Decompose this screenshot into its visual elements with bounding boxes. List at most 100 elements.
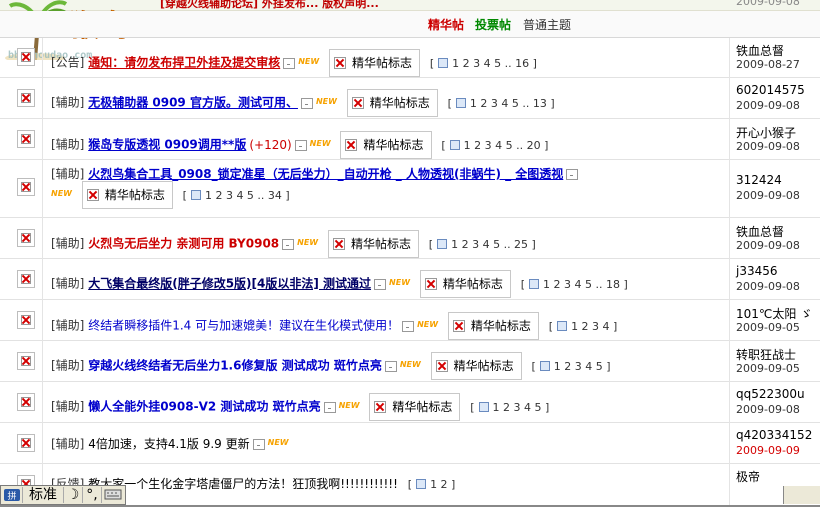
broken-image-icon — [334, 57, 347, 69]
thread-title-link[interactable]: 无极辅助器 0909 官方版。测试可用、 — [88, 96, 298, 110]
elite-badge-label: 精华帖标志 — [369, 96, 430, 110]
thread-title-line: [辅助] 猴岛专版透视 0909调用**版 (+120) NEW 精华帖标志 [1 … — [51, 131, 548, 159]
page-links[interactable]: [1 2 3 4 5 .. 18 ] — [521, 278, 628, 291]
page-numbers[interactable]: 1 2 3 4 5 .. 13 — [470, 97, 547, 110]
thread-status-icon — [17, 434, 35, 452]
new-icon: NEW — [389, 277, 411, 287]
page-links[interactable]: [1 2 3 4 5 .. 16 ] — [430, 57, 537, 70]
pages-icon — [528, 278, 539, 289]
thread-author[interactable]: 铁血总督 — [736, 223, 784, 240]
ime-punctuation-toggle[interactable]: °, — [83, 487, 102, 503]
thread-title-line: [辅助] 终结者瞬移插件1.4 可与加速媲美！建议在生化模式使用！ NEW 精华帖… — [51, 312, 617, 340]
thread-title-link[interactable]: 终结者瞬移插件1.4 可与加速媲美！建议在生化模式使用！ — [88, 319, 399, 333]
pages-icon — [478, 401, 489, 412]
page-numbers[interactable]: 1 2 3 4 5 .. 18 — [543, 278, 620, 291]
scrollbar-corner[interactable] — [783, 486, 820, 504]
thread-title-link[interactable]: 猴岛专版透视 0909调用**版 — [88, 138, 246, 152]
page-numbers[interactable]: 1 2 3 4 5 .. 16 — [452, 57, 529, 70]
thread-prefix[interactable]: [辅助] — [51, 400, 84, 414]
page-numbers[interactable]: 1 2 3 4 5 .. 34 — [205, 189, 282, 202]
thread-title-link[interactable]: 火烈鸟无后坐力 亲测可用 BY0908 — [88, 237, 279, 251]
elite-badge-label: 精华帖标志 — [392, 400, 453, 414]
thread-author[interactable]: 转职狂战士 — [736, 346, 796, 363]
thread-status-icon — [17, 89, 35, 107]
thread-author[interactable]: 602014575 — [736, 83, 805, 97]
thread-prefix[interactable]: [公告] — [51, 56, 84, 70]
broken-image-icon — [345, 139, 358, 151]
pages-icon — [557, 320, 568, 331]
page-links[interactable]: [1 2 3 4 5 .. 20 ] — [441, 139, 548, 152]
thread-title-link[interactable]: 4倍加速，支持4.1版 9.9 更新 — [88, 437, 249, 451]
thread-title-link[interactable]: 懒人全能外挂0908-V2 测试成功 斑竹点亮 — [88, 400, 320, 414]
thread-author[interactable]: qq522300u — [736, 387, 805, 401]
thread-title-link[interactable]: 大飞集合最终版(胖子修改5版)[4版以非法] 测试通过 — [88, 277, 371, 291]
elite-badge-label: 精华帖标志 — [363, 138, 424, 152]
filter-elite-link[interactable]: 精华帖 — [428, 16, 464, 33]
page-numbers[interactable]: 1 2 3 4 5 .. 25 — [451, 238, 528, 251]
page-numbers[interactable]: 1 2 3 4 — [571, 320, 609, 333]
elite-badge: 精华帖标志 — [369, 393, 461, 421]
page-links[interactable]: [1 2 3 4 5 .. 13 ] — [448, 97, 555, 110]
new-icon: NEW — [298, 56, 320, 66]
page-links[interactable]: [1 2 3 4 5 .. 34 ] — [183, 189, 290, 202]
thread-prefix[interactable]: [辅助] — [51, 437, 84, 451]
new-icon: NEW — [315, 96, 337, 106]
filter-normal-link[interactable]: 普通主题 — [523, 16, 571, 33]
thread-status-icon — [17, 311, 35, 329]
pages-icon — [437, 238, 448, 249]
filter-poll-link[interactable]: 投票帖 — [475, 16, 511, 33]
thread-prefix[interactable]: [辅助] — [51, 237, 84, 251]
elite-badge-label: 精华帖标志 — [352, 56, 413, 70]
thread-author[interactable]: 101℃太阳 ゞ — [736, 305, 812, 322]
thread-prefix[interactable]: [辅助] — [51, 359, 84, 373]
page-links[interactable]: [1 2 ] — [408, 478, 456, 491]
thread-date: 2009-09-08 — [736, 280, 800, 293]
thread-title-link[interactable]: 穿越火线终结者无后坐力1.6修复版 测试成功 斑竹点亮 — [88, 359, 382, 373]
elite-badge: 精华帖标志 — [430, 352, 522, 380]
ime-toolbar: 拼 标准 ☽ °, — [0, 485, 126, 505]
page-links[interactable]: [1 2 3 4 5 .. 25 ] — [429, 238, 536, 251]
page-links[interactable]: [1 2 3 4 ] — [549, 320, 618, 333]
page-numbers[interactable]: 1 2 3 4 5 — [554, 360, 603, 373]
thread-author[interactable]: q420334152 — [736, 428, 812, 442]
thread-title-link[interactable]: 教大家一个生化金字塔虐僵尸的方法！狂顶我啊!!!!!!!!!!!! — [88, 477, 398, 491]
page-links[interactable]: [1 2 3 4 5 ] — [531, 360, 610, 373]
attachment-icon — [374, 278, 387, 290]
thread-row: [辅助] 终结者瞬移插件1.4 可与加速媲美！建议在生化模式使用！ NEW 精华帖… — [0, 299, 820, 341]
elite-badge-label: 精华帖标志 — [350, 237, 411, 251]
thread-title-link[interactable]: 通知：请勿发布捍卫外挂及提交审核 — [88, 56, 280, 70]
thread-author[interactable]: 铁血总督 — [736, 42, 784, 59]
page-numbers[interactable]: 1 2 — [430, 478, 448, 491]
thread-title-line: [公告] 通知：请勿发布捍卫外挂及提交审核 NEW 精华帖标志 [1 2 3 4 … — [51, 49, 537, 77]
page-links[interactable]: [1 2 3 4 5 ] — [470, 401, 549, 414]
new-icon: NEW — [51, 188, 72, 198]
thread-prefix[interactable]: [辅助] — [51, 167, 84, 181]
thread-date: 2009-08-27 — [736, 58, 800, 71]
thread-date: 2009-09-08 — [736, 189, 800, 202]
elite-badge-label: 精华帖标志 — [104, 188, 165, 202]
thread-author[interactable]: 312424 — [736, 173, 782, 187]
page-numbers[interactable]: 1 2 3 4 5 — [493, 401, 542, 414]
thread-prefix[interactable]: [辅助] — [51, 96, 84, 110]
thread-title-link[interactable]: 火烈鸟集合工具_0908_锁定准星（无后坐力）_自动开枪 _ 人物透视(非蜗牛)… — [88, 167, 563, 181]
ime-mode-toggle[interactable]: 标准 — [23, 487, 64, 503]
thread-date: 2009-09-08 — [736, 239, 800, 252]
thread-author[interactable]: 极帝 — [736, 468, 760, 485]
ime-fullwidth-toggle[interactable]: ☽ — [64, 487, 83, 503]
thread-prefix[interactable]: [辅助] — [51, 319, 84, 333]
thread-prefix[interactable]: [辅助] — [51, 138, 84, 152]
thread-author[interactable]: 开心小猴子 — [736, 124, 796, 141]
attachment-icon — [252, 439, 265, 450]
page-numbers[interactable]: 1 2 3 4 5 .. 20 — [464, 139, 541, 152]
thread-title-line-wrap: NEW 精华帖标志 [1 2 3 4 5 .. 34 ] — [51, 181, 290, 209]
new-icon: NEW — [399, 359, 421, 369]
thread-author[interactable]: j33456 — [736, 264, 778, 278]
announcement-ticker[interactable]: [穿越火线辅助论坛] 外挂发布... 版权声明... — [160, 0, 379, 11]
broken-image-icon — [424, 278, 437, 290]
new-icon: NEW — [309, 138, 331, 148]
ime-logo-icon[interactable]: 拼 — [2, 487, 23, 503]
pages-icon — [539, 360, 550, 371]
keyboard-icon[interactable] — [102, 487, 124, 503]
thread-prefix[interactable]: [辅助] — [51, 277, 84, 291]
thread-row: [辅助] 穿越火线终结者无后坐力1.6修复版 测试成功 斑竹点亮 NEW 精华帖标… — [0, 340, 820, 382]
